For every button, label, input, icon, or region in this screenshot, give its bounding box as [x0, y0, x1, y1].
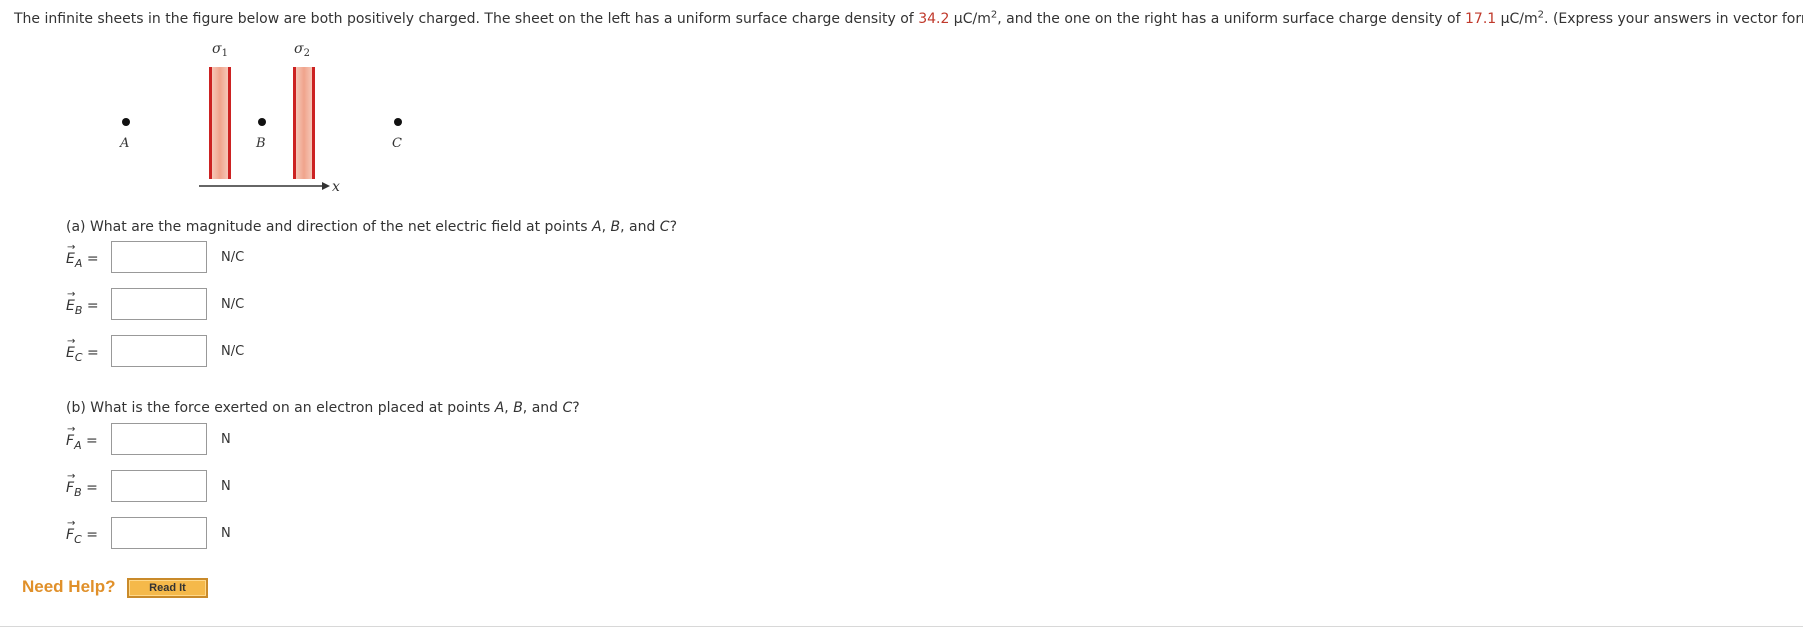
point-c-dot [394, 118, 402, 126]
eb-input[interactable] [111, 288, 207, 320]
sigma1-label: σ1 [212, 41, 228, 59]
sheet-1-glow [209, 67, 231, 179]
fc-label: → FC = [66, 518, 98, 546]
fc-input[interactable] [111, 517, 207, 549]
ea-input[interactable] [111, 241, 207, 273]
bottom-divider [0, 626, 1803, 627]
problem-text-5: . (Express your answers in vector form.) [1544, 11, 1803, 27]
part-b-question: (b) What is the force exerted on an elec… [66, 400, 580, 416]
part-a-question: (a) What are the magnitude and direction… [66, 219, 678, 235]
x-axis-arrowhead [322, 182, 330, 190]
fb-input[interactable] [111, 470, 207, 502]
ea-label: → EA = [66, 242, 99, 270]
point-a-label: A [119, 136, 129, 151]
fa-input[interactable] [111, 423, 207, 455]
ec-label: → EC = [66, 336, 99, 364]
problem-unit-1: μC/m [949, 11, 991, 27]
sheet-1-edge [228, 67, 231, 179]
fb-label: → FB = [66, 471, 98, 499]
point-c-label: C [392, 136, 402, 151]
fa-unit: N [221, 432, 231, 447]
need-help-label: Need Help? [22, 577, 116, 596]
charged-sheets-figure: x σ1 σ2 A B C [119, 41, 402, 195]
read-it-button[interactable]: Read It [127, 578, 208, 598]
ec-unit: N/C [221, 344, 245, 359]
sheet-1 [209, 67, 212, 179]
eb-unit: N/C [221, 297, 245, 312]
x-axis-label: x [332, 179, 340, 195]
sigma1-value: 34.2 [918, 11, 950, 27]
sigma2-value: 17.1 [1465, 11, 1497, 27]
sheet-2-edge [312, 67, 315, 179]
point-b-label: B [255, 136, 266, 151]
fb-unit: N [221, 479, 231, 494]
sigma2-label: σ2 [294, 41, 310, 59]
fc-unit: N [221, 526, 231, 541]
sheet-2-glow [293, 67, 315, 179]
point-b-dot [258, 118, 266, 126]
fa-label: → FA = [66, 424, 98, 452]
eb-label: → EB = [66, 289, 99, 317]
point-a-dot [122, 118, 130, 126]
ec-input[interactable] [111, 335, 207, 367]
problem-unit-2: μC/m [1496, 11, 1538, 27]
problem-text-3: , and the one on the right has a uniform… [997, 11, 1465, 27]
sheet-2 [293, 67, 296, 179]
ea-unit: N/C [221, 250, 245, 265]
